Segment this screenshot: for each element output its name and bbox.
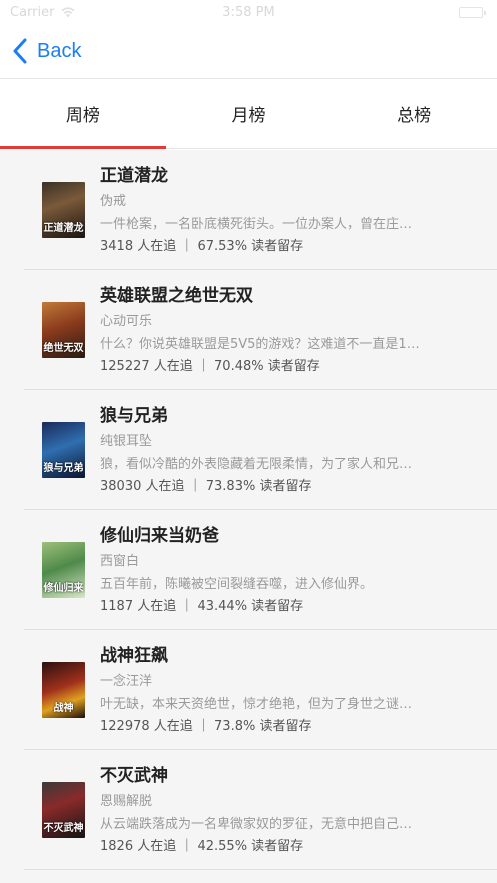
ranking-tabs: 周榜 月榜 总榜	[0, 78, 497, 149]
book-description: 狼，看似冷酷的外表隐藏着无限柔情，为了家人和兄…	[100, 457, 413, 472]
book-title: 正道潜龙	[100, 166, 168, 186]
book-title: 狼与兄弟	[100, 406, 168, 426]
book-stats: 125227 人在追 ｜ 70.48% 读者留存	[100, 359, 320, 374]
back-button[interactable]: Back	[12, 36, 81, 66]
status-time: 3:58 PM	[222, 5, 275, 20]
book-stats: 122978 人在追 ｜ 73.8% 读者留存	[100, 719, 312, 734]
book-cover: 修仙归来	[42, 542, 85, 598]
book-description: 一件枪案，一名卧底横死街头。一位办案人，曾在庄…	[100, 217, 413, 232]
book-cover-title: 修仙归来	[43, 583, 84, 594]
book-cover-title: 狼与兄弟	[43, 463, 84, 474]
book-description: 从云端跌落成为一名卑微家奴的罗征，无意中把自己…	[100, 817, 413, 832]
back-label: Back	[37, 39, 82, 62]
navigation-bar: Back	[0, 26, 497, 78]
book-cover: 狼与兄弟	[42, 422, 85, 478]
tab-total-label: 总榜	[397, 106, 432, 126]
book-item[interactable]: 绝世无双 英雄联盟之绝世无双 心动可乐 什么？你说英雄联盟是5V5的游戏？这难道…	[0, 270, 497, 390]
book-title: 战神狂飙	[100, 646, 168, 666]
tab-total[interactable]: 总榜	[331, 79, 497, 148]
book-description: 什么？你说英雄联盟是5V5的游戏？这难道不一直是1…	[100, 337, 420, 352]
book-title: 修仙归来当奶爸	[100, 526, 219, 546]
book-cover-title: 正道潜龙	[43, 223, 84, 234]
book-stats: 38030 人在追 ｜ 73.83% 读者留存	[100, 479, 312, 494]
book-cover-title: 不灭武神	[43, 823, 84, 834]
book-cover: 绝世无双	[42, 302, 85, 358]
tab-monthly[interactable]: 月榜	[166, 79, 332, 148]
book-author: 一念汪洋	[100, 674, 153, 689]
book-author: 心动可乐	[100, 314, 153, 329]
book-item[interactable]: 战神 战神狂飙 一念汪洋 叶无缺，本来天资绝世，惊才绝艳，但为了身世之谜… 12…	[0, 630, 497, 750]
book-description: 叶无缺，本来天资绝世，惊才绝艳，但为了身世之谜…	[100, 697, 413, 712]
book-stats: 1187 人在追 ｜ 43.44% 读者留存	[100, 599, 304, 614]
status-bar: Carrier 3:58 PM	[0, 0, 497, 26]
book-list: 正道潜龙 正道潜龙 伪戒 一件枪案，一名卧底横死街头。一位办案人，曾在庄… 34…	[0, 150, 497, 883]
book-item[interactable]: 修仙归来 修仙归来当奶爸 西窗白 五百年前，陈曦被空间裂缝吞噬，进入修仙界。 1…	[0, 510, 497, 630]
book-title: 不灭武神	[100, 766, 168, 786]
book-cover-title: 战神	[53, 703, 74, 714]
book-author: 恩赐解脱	[100, 794, 153, 809]
book-title: 英雄联盟之绝世无双	[100, 286, 253, 306]
chevron-left-icon	[13, 38, 27, 64]
book-item[interactable]: 正道潜龙 正道潜龙 伪戒 一件枪案，一名卧底横死街头。一位办案人，曾在庄… 34…	[0, 150, 497, 270]
book-item[interactable]: 不灭武神 不灭武神 恩赐解脱 从云端跌落成为一名卑微家奴的罗征，无意中把自己… …	[0, 750, 497, 870]
book-cover: 正道潜龙	[42, 182, 85, 238]
book-description: 五百年前，陈曦被空间裂缝吞噬，进入修仙界。	[100, 577, 374, 592]
book-cover: 战神	[42, 662, 85, 718]
book-stats: 1826 人在追 ｜ 42.55% 读者留存	[100, 839, 304, 854]
tab-monthly-label: 月榜	[231, 106, 266, 126]
battery-icon	[459, 7, 486, 18]
book-item[interactable]: 狼与兄弟 狼与兄弟 纯银耳坠 狼，看似冷酷的外表隐藏着无限柔情，为了家人和兄… …	[0, 390, 497, 510]
tab-weekly[interactable]: 周榜	[0, 79, 166, 149]
book-cover: 不灭武神	[42, 782, 85, 838]
book-author: 伪戒	[100, 194, 127, 209]
book-cover-title: 绝世无双	[43, 343, 84, 354]
book-author: 西窗白	[100, 554, 140, 569]
book-author: 纯银耳坠	[100, 434, 153, 449]
tab-weekly-label: 周榜	[65, 106, 100, 126]
book-stats: 3418 人在追 ｜ 67.53% 读者留存	[100, 239, 304, 254]
